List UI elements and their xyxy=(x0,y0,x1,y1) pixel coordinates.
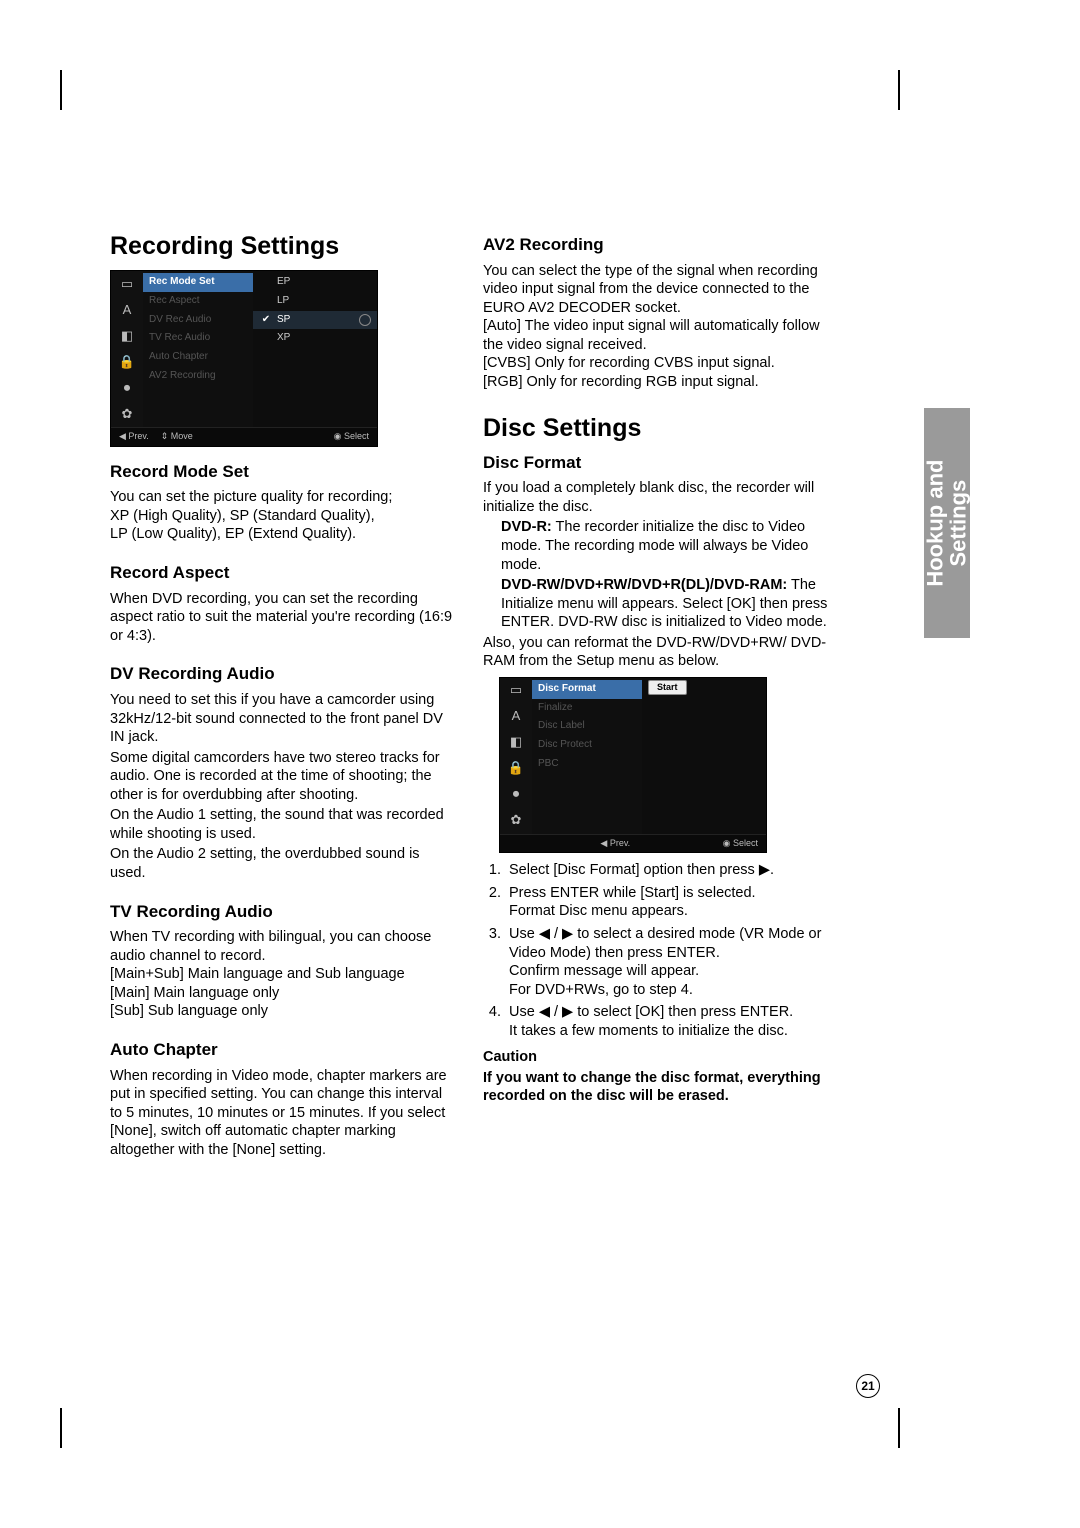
osd-option-selected: ✔SP xyxy=(253,311,377,330)
heading-tv-recording-audio: TV Recording Audio xyxy=(110,901,455,923)
gear-icon: ✿ xyxy=(507,812,525,830)
osd-menu-item: Disc Label xyxy=(532,717,642,736)
letter-a-icon: A xyxy=(118,301,136,319)
osd-footer: ◀ Prev. ◉ Select xyxy=(500,834,766,853)
caution-body: If you want to change the disc format, e… xyxy=(483,1069,828,1106)
osd-menu-item: Rec Aspect xyxy=(143,292,253,311)
body-text: [Main+Sub] Main language and Sub languag… xyxy=(110,965,455,984)
body-text: XP (High Quality), SP (Standard Quality)… xyxy=(110,507,455,526)
body-text: On the Audio 1 setting, the sound that w… xyxy=(110,806,455,843)
osd-hint-select: ◉ Select xyxy=(723,838,758,850)
body-text: LP (Low Quality), EP (Extend Quality). xyxy=(110,525,455,544)
osd-rec-mode-screenshot: ▭ A ◧ 🔒 ⏺ ✿ Rec Mode Set Rec Aspect DV R… xyxy=(110,270,378,447)
heading-av2-recording: AV2 Recording xyxy=(483,234,828,256)
start-button-graphic: Start xyxy=(648,680,687,696)
body-text: [CVBS] Only for recording CVBS input sig… xyxy=(483,354,828,373)
osd-menu-list: Rec Mode Set Rec Aspect DV Rec Audio TV … xyxy=(143,271,253,427)
list-item: Use ◀ / ▶ to select a desired mode (VR M… xyxy=(505,925,828,999)
side-tab-line1: Hookup and xyxy=(923,459,948,586)
osd-menu-item: Auto Chapter xyxy=(143,348,253,367)
osd-menu-item: Finalize xyxy=(532,699,642,718)
list-item: Use ◀ / ▶ to select [OK] then press ENTE… xyxy=(505,1003,828,1040)
body-text: [Auto] The video input signal will autom… xyxy=(483,317,828,354)
gear-icon: ✿ xyxy=(118,405,136,423)
osd-options-list: EP LP ✔SP XP xyxy=(253,271,377,427)
osd-menu-item: PBC xyxy=(532,755,642,774)
steps-list: Select [Disc Format] option then press ▶… xyxy=(483,861,828,1040)
heading-recording-settings: Recording Settings xyxy=(110,230,455,262)
body-text: Some digital camcorders have two stereo … xyxy=(110,749,455,805)
osd-hint-prev: ◀ Prev. xyxy=(600,838,630,850)
osd-menu-item: TV Rec Audio xyxy=(143,329,253,348)
osd-hint-select: ◉ Select xyxy=(334,431,369,443)
osd-menu-list: Disc Format Finalize Disc Label Disc Pro… xyxy=(532,678,642,834)
body-text: You need to set this if you have a camco… xyxy=(110,691,455,747)
heading-disc-format: Disc Format xyxy=(483,452,828,474)
osd-options-list: Start xyxy=(642,678,766,834)
tv-icon: ▭ xyxy=(507,682,525,700)
body-text: Also, you can reformat the DVD-RW/DVD+RW… xyxy=(483,634,828,671)
heading-dv-recording-audio: DV Recording Audio xyxy=(110,663,455,685)
label-dvd-r: DVD-R: xyxy=(501,519,552,535)
disc-icon: ◧ xyxy=(507,734,525,752)
caution-heading: Caution xyxy=(483,1048,828,1067)
osd-icon-rail: ▭ A ◧ 🔒 ⏺ ✿ xyxy=(111,271,143,427)
body-text: [Sub] Sub language only xyxy=(110,1002,455,1021)
heading-record-mode-set: Record Mode Set xyxy=(110,461,455,483)
osd-hint-prev: ◀ Prev. xyxy=(119,431,149,443)
body-text: When recording in Video mode, chapter ma… xyxy=(110,1067,455,1160)
left-column: Recording Settings ▭ A ◧ 🔒 ⏺ ✿ Rec Mode … xyxy=(110,230,455,1161)
osd-disc-format-screenshot: ▭ A ◧ 🔒 ⏺ ✿ Disc Format Finalize Disc La… xyxy=(499,677,767,854)
body-text: DVD-R: The recorder initialize the disc … xyxy=(483,518,828,574)
letter-a-icon: A xyxy=(507,708,525,726)
disc-icon: ◧ xyxy=(118,327,136,345)
osd-footer: ◀ Prev. ⇕ Move ◉ Select xyxy=(111,427,377,446)
label-dvd-rw: DVD-RW/DVD+RW/DVD+R(DL)/DVD-RAM: xyxy=(501,577,787,593)
body-text: When DVD recording, you can set the reco… xyxy=(110,590,455,646)
osd-menu-item: Disc Protect xyxy=(532,736,642,755)
record-icon: ⏺ xyxy=(507,786,525,804)
osd-menu-item: AV2 Recording xyxy=(143,367,253,386)
body-text: [Main] Main language only xyxy=(110,984,455,1003)
tv-icon: ▭ xyxy=(118,275,136,293)
heading-record-aspect: Record Aspect xyxy=(110,562,455,584)
heading-disc-settings: Disc Settings xyxy=(483,412,828,444)
lock-icon: 🔒 xyxy=(118,353,136,371)
heading-auto-chapter: Auto Chapter xyxy=(110,1039,455,1061)
body-text: When TV recording with bilingual, you ca… xyxy=(110,928,455,965)
body-text: [RGB] Only for recording RGB input signa… xyxy=(483,373,828,392)
list-item: Select [Disc Format] option then press ▶… xyxy=(505,861,828,880)
list-item: Press ENTER while [Start] is selected. F… xyxy=(505,884,828,921)
right-column: AV2 Recording You can select the type of… xyxy=(483,230,828,1161)
osd-menu-item: DV Rec Audio xyxy=(143,311,253,330)
lock-icon: 🔒 xyxy=(507,760,525,778)
section-side-tab: Hookup and Settings xyxy=(924,408,970,638)
body-text: DVD-RW/DVD+RW/DVD+R(DL)/DVD-RAM: The Ini… xyxy=(483,576,828,632)
body-text: You can set the picture quality for reco… xyxy=(110,488,455,507)
osd-hint-move: ⇕ Move xyxy=(161,431,193,443)
osd-menu-item: Rec Mode Set xyxy=(143,273,253,292)
osd-option: LP xyxy=(253,292,377,311)
osd-icon-rail: ▭ A ◧ 🔒 ⏺ ✿ xyxy=(500,678,532,834)
page-number: 21 xyxy=(856,1374,880,1398)
body-text: If you load a completely blank disc, the… xyxy=(483,479,828,516)
side-tab-line2: Settings xyxy=(946,480,971,567)
osd-option: EP xyxy=(253,273,377,292)
record-icon: ⏺ xyxy=(118,379,136,397)
body-text: On the Audio 2 setting, the overdubbed s… xyxy=(110,845,455,882)
osd-option: XP xyxy=(253,329,377,348)
osd-menu-item: Disc Format xyxy=(532,680,642,699)
body-text: You can select the type of the signal wh… xyxy=(483,262,828,318)
